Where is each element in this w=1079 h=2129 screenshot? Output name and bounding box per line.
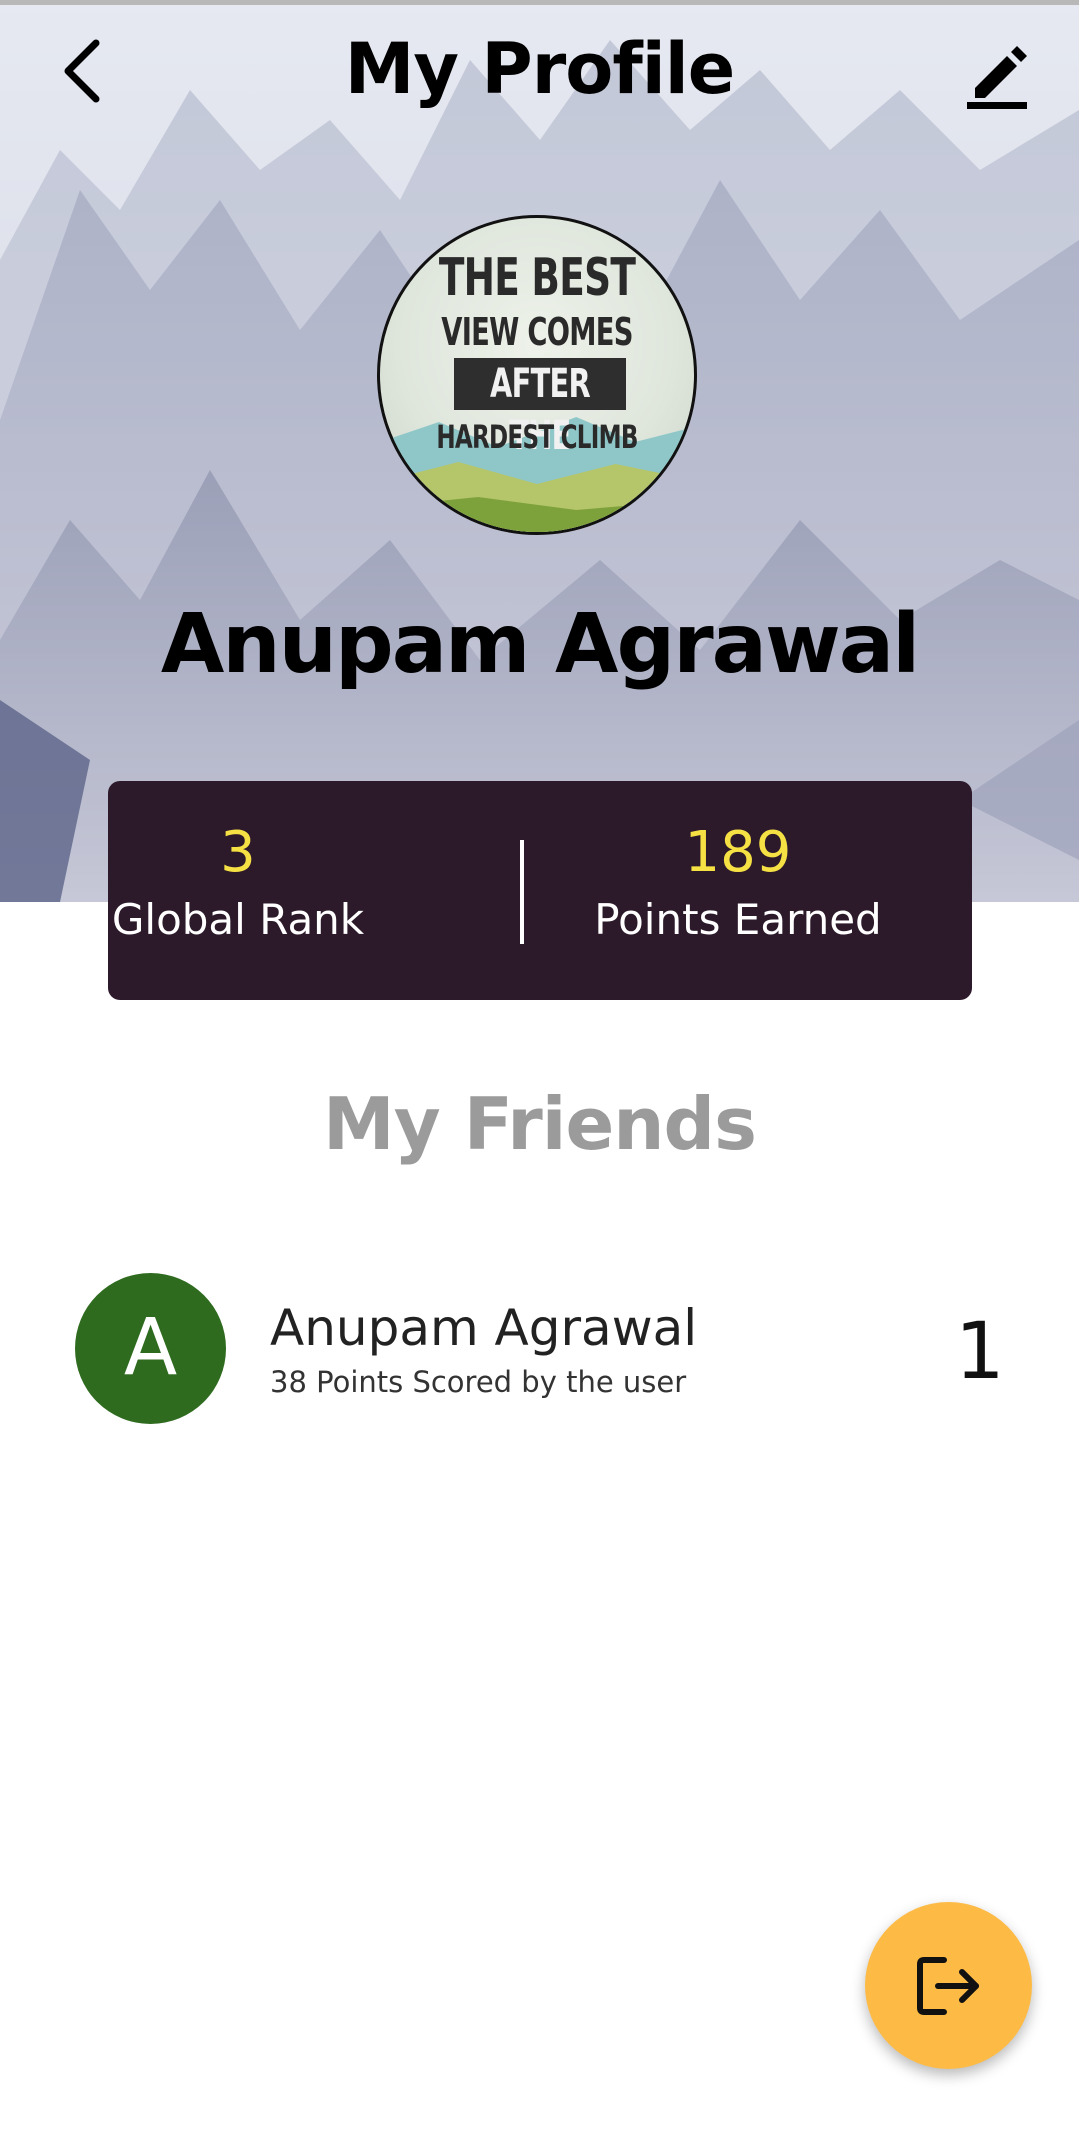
global-rank-label: Global Rank [111,895,365,944]
edit-profile-button[interactable] [962,34,1032,114]
friend-avatar: A [75,1273,226,1424]
points-earned-value: 189 [684,820,792,885]
avatar-poster-image: THE BEST VIEW COMES AFTER THE HARDEST CL… [380,218,694,532]
friend-list-item[interactable]: A Anupam Agrawal 38 Points Scored by the… [0,1265,1079,1435]
poster-line-4: HARDEST CLIMB [436,418,638,456]
profile-avatar[interactable]: THE BEST VIEW COMES AFTER THE HARDEST CL… [377,215,697,535]
poster-line-3: AFTER THE [454,358,626,459]
logout-icon [916,1956,979,2015]
friend-points-subtitle: 38 Points Scored by the user [270,1365,687,1399]
global-rank-stat: 3 Global Rank [8,821,468,949]
points-earned-label: Points Earned [594,895,882,944]
friends-section-title: My Friends [323,1082,757,1166]
profile-name: Anupam Agrawal [160,597,920,692]
pencil-icon [967,46,1027,109]
global-rank-value: 3 [220,820,256,885]
page-title: My Profile [344,28,736,110]
status-line [0,0,1079,5]
logout-button[interactable] [865,1902,1032,2069]
friend-rank: 1 [955,1307,1005,1397]
stats-card: 3 Global Rank 189 Points Earned [108,781,972,1000]
poster-line-2: VIEW COMES [441,310,633,354]
points-earned-stat: 189 Points Earned [478,821,998,949]
poster-line-1: THE BEST [438,248,636,308]
friend-name: Anupam Agrawal [270,1299,698,1357]
